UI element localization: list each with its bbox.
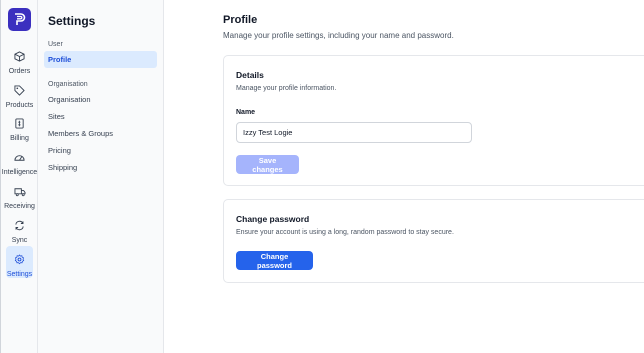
change-password-card: Change password Ensure your account is u… (223, 199, 644, 283)
rail-item-label: Settings (6, 271, 33, 278)
truck-icon (11, 182, 29, 200)
sidebar-group-organisation: Organisation (48, 81, 88, 88)
change-password-button[interactable]: Change password (236, 251, 313, 270)
rail-item-label: Orders (8, 68, 31, 75)
page-subtitle: Manage your profile settings, including … (223, 31, 454, 40)
sidebar-item-shipping[interactable]: Shipping (44, 159, 157, 176)
main-content: Profile Manage your profile settings, in… (164, 0, 644, 353)
details-title: Details (236, 70, 264, 80)
name-input[interactable] (236, 122, 472, 143)
icon-rail: Orders Products Billing Intelligence Rec… (0, 0, 38, 353)
rail-item-products[interactable]: Products (1, 81, 38, 109)
sidebar-group-user: User (48, 41, 63, 48)
rail-item-receiving[interactable]: Receiving (1, 182, 38, 210)
settings-sidebar: Settings User Profile Organisation Organ… (38, 0, 164, 353)
rail-item-label: Sync (11, 237, 28, 244)
save-changes-button[interactable]: Save changes (236, 155, 299, 174)
sidebar-item-sites[interactable]: Sites (44, 108, 157, 125)
details-subtitle: Manage your profile information. (236, 85, 337, 92)
gear-icon (11, 250, 29, 268)
change-password-title: Change password (236, 214, 310, 224)
change-password-subtitle: Ensure your account is using a long, ran… (236, 229, 454, 236)
rail-item-settings[interactable]: Settings (1, 246, 38, 278)
sidebar-item-profile[interactable]: Profile (44, 51, 157, 68)
rail-item-label: Products (5, 102, 34, 109)
details-card: Details Manage your profile information.… (223, 55, 644, 186)
page-title: Profile (223, 14, 258, 26)
rail-item-label: Receiving (4, 203, 35, 210)
sidebar-title: Settings (48, 14, 96, 28)
sidebar-item-pricing[interactable]: Pricing (44, 142, 157, 159)
app-logo[interactable] (8, 8, 31, 31)
chart-icon (11, 148, 29, 166)
tag-icon (11, 81, 29, 99)
sync-icon (11, 216, 29, 234)
sidebar-item-organisation[interactable]: Organisation (44, 91, 157, 108)
rail-item-label: Billing (10, 135, 29, 142)
name-label: Name (236, 109, 256, 116)
logo-icon (15, 13, 26, 25)
box-icon (11, 47, 29, 65)
rail-item-sync[interactable]: Sync (1, 216, 38, 244)
rail-item-billing[interactable]: Billing (1, 114, 38, 142)
sidebar-item-members-groups[interactable]: Members & Groups (44, 125, 157, 142)
receipt-icon (11, 114, 29, 132)
rail-item-label: Intelligence (1, 169, 38, 176)
rail-item-intelligence[interactable]: Intelligence (1, 148, 38, 176)
rail-item-orders[interactable]: Orders (1, 47, 38, 75)
